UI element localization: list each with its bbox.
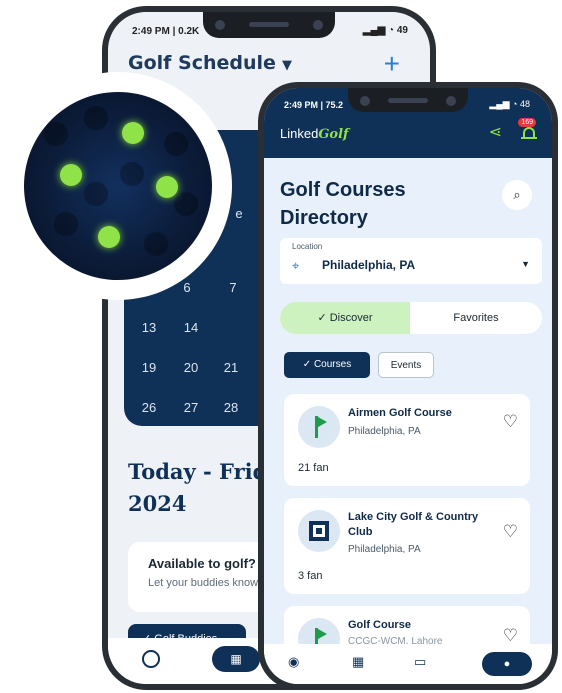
course-card[interactable]: Airmen Golf Course Philadelphia, PA ♡ 21… <box>284 394 530 486</box>
dimple <box>84 106 108 130</box>
golfer-icon <box>298 406 340 448</box>
promo-stage: 2:49 PM | 0.2K ▂▄▆ ◔ 49 Golf Schedule ▼ +… <box>0 0 562 693</box>
favorite-heart-icon[interactable]: ♡ <box>503 412 518 432</box>
profile-icon[interactable] <box>142 650 160 668</box>
calendar-nav-icon[interactable]: ▦ <box>212 646 260 672</box>
back-notch <box>203 12 335 38</box>
logo-suffix: Golf <box>318 127 349 142</box>
front-status-time: 2:49 PM | 75.2 <box>284 100 344 110</box>
add-icon[interactable]: + <box>384 48 400 80</box>
club-icon <box>298 510 340 552</box>
calendar-day[interactable]: 28 <box>216 400 246 415</box>
dimple <box>120 162 144 186</box>
calendar-day[interactable]: 19 <box>134 360 164 375</box>
calendar-day[interactable]: 14 <box>176 320 206 335</box>
zoom-circle <box>4 72 232 300</box>
tab-discover[interactable]: ✓ Discover <box>280 302 410 334</box>
calendar-day[interactable]: 7 <box>218 280 248 295</box>
golfer-flag <box>311 416 327 438</box>
green-dot <box>122 122 144 144</box>
active-nav-pill[interactable]: ● <box>482 652 532 676</box>
location-label: Location <box>292 242 323 251</box>
share-icon[interactable]: ⋖ <box>489 122 502 142</box>
dimple <box>164 132 188 156</box>
course-city: Philadelphia, PA <box>348 544 421 555</box>
filter-courses-label: Courses <box>313 359 352 370</box>
green-dot <box>60 164 82 186</box>
course-card[interactable]: Lake City Golf & Country Club Philadelph… <box>284 498 530 594</box>
calendar-icon[interactable]: ▦ <box>352 654 364 670</box>
calendar-day[interactable]: 13 <box>134 320 164 335</box>
calendar-day[interactable]: 20 <box>176 360 206 375</box>
favorite-heart-icon[interactable]: ♡ <box>503 522 518 542</box>
course-name: Airmen Golf Course <box>348 407 452 419</box>
tab-favorites[interactable]: Favorites <box>410 302 542 334</box>
page-title-line2: Directory <box>280 207 368 229</box>
dimple <box>54 212 78 236</box>
discover-favorites-toggle: ✓ Discover Favorites <box>280 302 542 334</box>
dimple <box>174 192 198 216</box>
location-select[interactable]: Location ⌖ Philadelphia, PA ▼ <box>280 238 542 284</box>
front-battery-level: 48 <box>519 99 530 109</box>
front-battery: ▂▄▆ ◔ 48 <box>489 99 530 109</box>
tab-discover-label: Discover <box>329 312 373 324</box>
dimple <box>44 122 68 146</box>
linkedgolf-logo[interactable]: LinkedGolf <box>280 126 349 142</box>
app-header: 2:49 PM | 75.2 ▂▄▆ ◔ 48 LinkedGolf ⋖ 169 <box>264 88 552 158</box>
location-pin-icon: ⌖ <box>292 258 300 273</box>
club-square <box>309 521 329 541</box>
calendar-day[interactable]: 26 <box>134 400 164 415</box>
green-dot <box>156 176 178 198</box>
schedule-title[interactable]: Golf Schedule ▼ <box>128 52 292 74</box>
profile-icon[interactable]: ◉ <box>288 654 299 670</box>
schedule-title-text: Golf Schedule <box>128 52 276 74</box>
back-battery-level: 49 <box>396 25 408 36</box>
logo-prefix: Linked <box>280 126 319 141</box>
notification-badge: 169 <box>518 118 536 127</box>
front-notch <box>348 88 468 112</box>
chat-icon[interactable]: ▭ <box>414 654 426 670</box>
speaker <box>249 22 289 27</box>
back-battery: ▂▄▆ ◔ 49 <box>362 25 408 36</box>
course-fan-count: 3 fan <box>298 570 323 582</box>
page-title-line1: Golf Courses <box>280 179 406 201</box>
golf-ball-closeup <box>24 92 212 280</box>
calendar-day[interactable]: 27 <box>176 400 206 415</box>
dimple <box>84 182 108 206</box>
course-name: Golf Course <box>348 619 411 631</box>
speaker <box>388 98 428 103</box>
green-dot <box>98 226 120 248</box>
back-status-time: 2:49 PM | 0.2K <box>132 26 200 37</box>
front-phone-screen: 2:49 PM | 75.2 ▂▄▆ ◔ 48 LinkedGolf ⋖ 169… <box>264 88 552 684</box>
filter-events-chip[interactable]: Events <box>378 352 434 378</box>
search-icon[interactable]: ⌕ <box>502 180 532 210</box>
location-value: Philadelphia, PA <box>322 258 416 272</box>
filter-courses-chip[interactable]: ✓ Courses <box>284 352 370 378</box>
front-phone: 2:49 PM | 75.2 ▂▄▆ ◔ 48 LinkedGolf ⋖ 169… <box>258 82 558 690</box>
course-city: Philadelphia, PA <box>348 426 421 437</box>
page-title: Golf Courses Directory <box>280 176 406 232</box>
course-fan-count: 21 fan <box>298 462 329 474</box>
bell-base <box>521 137 537 139</box>
dimple <box>144 232 168 256</box>
course-name: Lake City Golf & Country Club <box>348 511 479 538</box>
dropdown-arrow-icon: ▼ <box>521 259 530 269</box>
chevron-down-icon: ▼ <box>281 58 292 73</box>
calendar-day[interactable]: 21 <box>216 360 246 375</box>
favorite-heart-icon[interactable]: ♡ <box>503 626 518 646</box>
front-bottom-nav: ◉ ▦ ▭ ● <box>264 644 552 684</box>
